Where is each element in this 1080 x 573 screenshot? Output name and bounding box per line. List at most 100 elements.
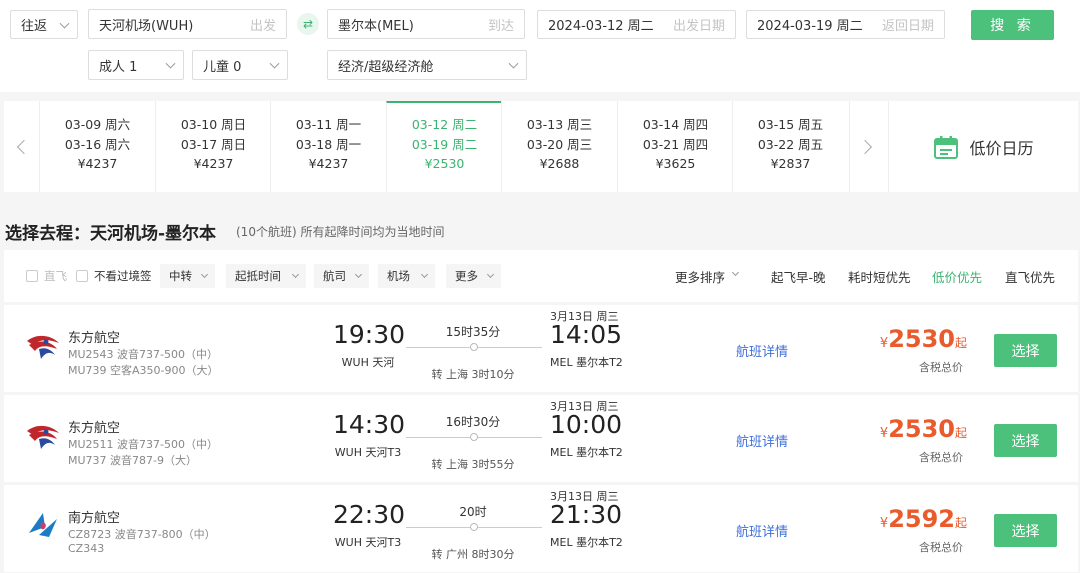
- price: ¥2530起: [880, 325, 967, 353]
- depart-airport: WUH 天河: [341, 356, 395, 369]
- date-option-ret: 03-20 周三: [526, 136, 593, 152]
- price: ¥2592起: [880, 505, 967, 533]
- low-price-calendar-button[interactable]: 低价日历: [888, 101, 1078, 192]
- sort-more[interactable]: 更多排序: [675, 267, 725, 286]
- return-date-field[interactable]: 2024-03-19 周二 返回日期: [746, 10, 945, 39]
- date-option-ret: 03-18 周一: [295, 136, 362, 152]
- chevron-down-icon: [59, 18, 70, 29]
- flight-number-1: MU2543 波音737-500（中）: [68, 348, 218, 361]
- stop-dot: [470, 523, 478, 531]
- route-title: 选择去程：天河机场-墨尔本: [5, 224, 217, 244]
- airline-name: 东方航空: [68, 421, 121, 436]
- children-select[interactable]: 儿童 0: [192, 50, 288, 80]
- filter-transfer[interactable]: 中转: [160, 264, 215, 288]
- airline-name: 东方航空: [68, 331, 121, 346]
- date-option-price: ¥2688: [539, 156, 580, 171]
- tax-note: 含税总价: [919, 361, 963, 374]
- filter-airport[interactable]: 机场: [378, 264, 435, 288]
- depart-time: 19:30: [333, 320, 406, 349]
- airline-logo-icon: [29, 513, 57, 537]
- depart-date-value: 2024-03-12 周二: [548, 19, 654, 34]
- flight-number-2: MU739 空客A350-900（大）: [68, 364, 219, 377]
- no-transit-visa-label: 不看过境签: [94, 269, 152, 283]
- price-from: 起: [954, 426, 967, 440]
- date-option-out: 03-12 周二: [411, 117, 478, 132]
- arrival-time: 10:00: [550, 410, 623, 439]
- flight-row: 南方航空 CZ8723 波音737-800（中） CZ343 22:30 WUH 天河T…: [4, 485, 1078, 572]
- date-option[interactable]: 03-12 周二 03-19 周二 ¥2530: [386, 101, 502, 192]
- from-field[interactable]: 天河机场(WUH) 出发: [88, 9, 287, 39]
- currency-symbol: ¥: [879, 426, 889, 441]
- filter-label: 更多: [455, 269, 478, 283]
- date-option-ret: 03-16 周六: [64, 136, 131, 152]
- chevron-down-icon: [508, 58, 519, 69]
- chevron-down-icon: [291, 270, 300, 279]
- date-option-price: ¥2837: [770, 156, 811, 171]
- select-flight-button[interactable]: 选择: [994, 334, 1057, 367]
- filter-label: 机场: [387, 269, 410, 283]
- select-flight-button[interactable]: 选择: [994, 424, 1057, 457]
- date-option[interactable]: 03-11 周一 03-18 周一 ¥4237: [270, 101, 386, 192]
- flight-detail-link[interactable]: 航班详情: [736, 341, 788, 360]
- chevron-down-icon: [486, 270, 495, 279]
- tax-note: 含税总价: [919, 541, 963, 554]
- trip-type-value: 往返: [21, 19, 48, 34]
- filter-time[interactable]: 起抵时间: [226, 264, 306, 288]
- sort-direct-first[interactable]: 直飞优先: [1005, 267, 1055, 286]
- sort-lowest-price[interactable]: 低价优先: [932, 267, 982, 286]
- filter-label: 航司: [323, 269, 346, 283]
- filter-bar: 直飞 不看过境签 中转 起抵时间 航司 机场 更多 更多排序 起飞早-晚 耗时短…: [4, 250, 1078, 302]
- to-field[interactable]: 墨尔本(MEL) 到达: [327, 9, 525, 39]
- return-date-value: 2024-03-19 周二: [757, 19, 863, 34]
- cabin-select[interactable]: 经济/超级经济舱: [327, 50, 527, 80]
- select-flight-button[interactable]: 选择: [994, 514, 1057, 547]
- date-option-out: 03-13 周三: [526, 117, 593, 132]
- date-option-out: 03-14 周四: [642, 117, 709, 132]
- trip-type-select[interactable]: 往返: [10, 10, 78, 39]
- date-option[interactable]: 03-13 周三 03-20 周三 ¥2688: [501, 101, 617, 192]
- date-option[interactable]: 03-09 周六 03-16 周六 ¥4237: [39, 101, 155, 192]
- cabin-value: 经济/超级经济舱: [338, 59, 434, 75]
- stop-info: 转 上海 3时55分: [431, 458, 515, 471]
- adults-select[interactable]: 成人 1: [88, 50, 184, 80]
- chevron-right-icon: [857, 139, 873, 154]
- date-option-ret: 03-19 周二: [411, 136, 478, 152]
- date-option-out: 03-10 周日: [180, 117, 247, 132]
- flight-number-1: MU2511 波音737-500（中）: [68, 438, 218, 451]
- date-option-price: ¥2530: [424, 156, 465, 171]
- price: ¥2530起: [880, 415, 967, 443]
- flight-detail-link[interactable]: 航班详情: [736, 521, 788, 540]
- price-value: 2592: [888, 505, 955, 533]
- filter-airline[interactable]: 航司: [314, 264, 369, 288]
- search-bar: 往返 天河机场(WUH) 出发 ⇄ 墨尔本(MEL) 到达 2024-03-12…: [0, 0, 1080, 92]
- date-option-ret: 03-22 周五: [757, 136, 824, 152]
- sort-shortest[interactable]: 耗时短优先: [848, 267, 911, 286]
- arrival-airport: MEL 墨尔本T2: [550, 356, 623, 369]
- airline-name: 南方航空: [68, 511, 121, 526]
- flight-row: 东方航空 MU2543 波音737-500（中） MU739 空客A350-900（…: [4, 305, 1078, 392]
- date-option[interactable]: 03-14 周四 03-21 周四 ¥3625: [617, 101, 733, 192]
- date-option-price: ¥4237: [77, 156, 118, 171]
- route-subtitle: (10个航班) 所有起降时间均为当地时间: [236, 225, 445, 239]
- currency-symbol: ¥: [879, 336, 889, 351]
- direct-checkbox[interactable]: [26, 270, 38, 282]
- flight-detail-link[interactable]: 航班详情: [736, 431, 788, 450]
- flight-duration: 16时30分: [445, 415, 501, 429]
- no-transit-visa-checkbox[interactable]: [76, 270, 88, 282]
- chevron-down-icon: [269, 58, 280, 69]
- price-from: 起: [954, 336, 967, 350]
- filter-label: 中转: [169, 269, 192, 283]
- prev-dates-button[interactable]: [4, 101, 39, 192]
- swap-icon[interactable]: ⇄: [297, 13, 319, 35]
- search-button[interactable]: 搜 索: [971, 10, 1054, 40]
- date-option[interactable]: 03-10 周日 03-17 周日 ¥4237: [155, 101, 271, 192]
- depart-date-field[interactable]: 2024-03-12 周二 出发日期: [537, 10, 736, 39]
- flight-number-2: CZ343: [68, 542, 105, 555]
- sort-depart-early[interactable]: 起飞早-晚: [771, 267, 826, 286]
- next-dates-button[interactable]: [849, 101, 884, 192]
- filter-more[interactable]: 更多: [446, 264, 501, 288]
- arrival-airport: MEL 墨尔本T2: [550, 536, 623, 549]
- stop-dot: [470, 343, 478, 351]
- date-option[interactable]: 03-15 周五 03-22 周五 ¥2837: [732, 101, 848, 192]
- stop-dot: [470, 433, 478, 441]
